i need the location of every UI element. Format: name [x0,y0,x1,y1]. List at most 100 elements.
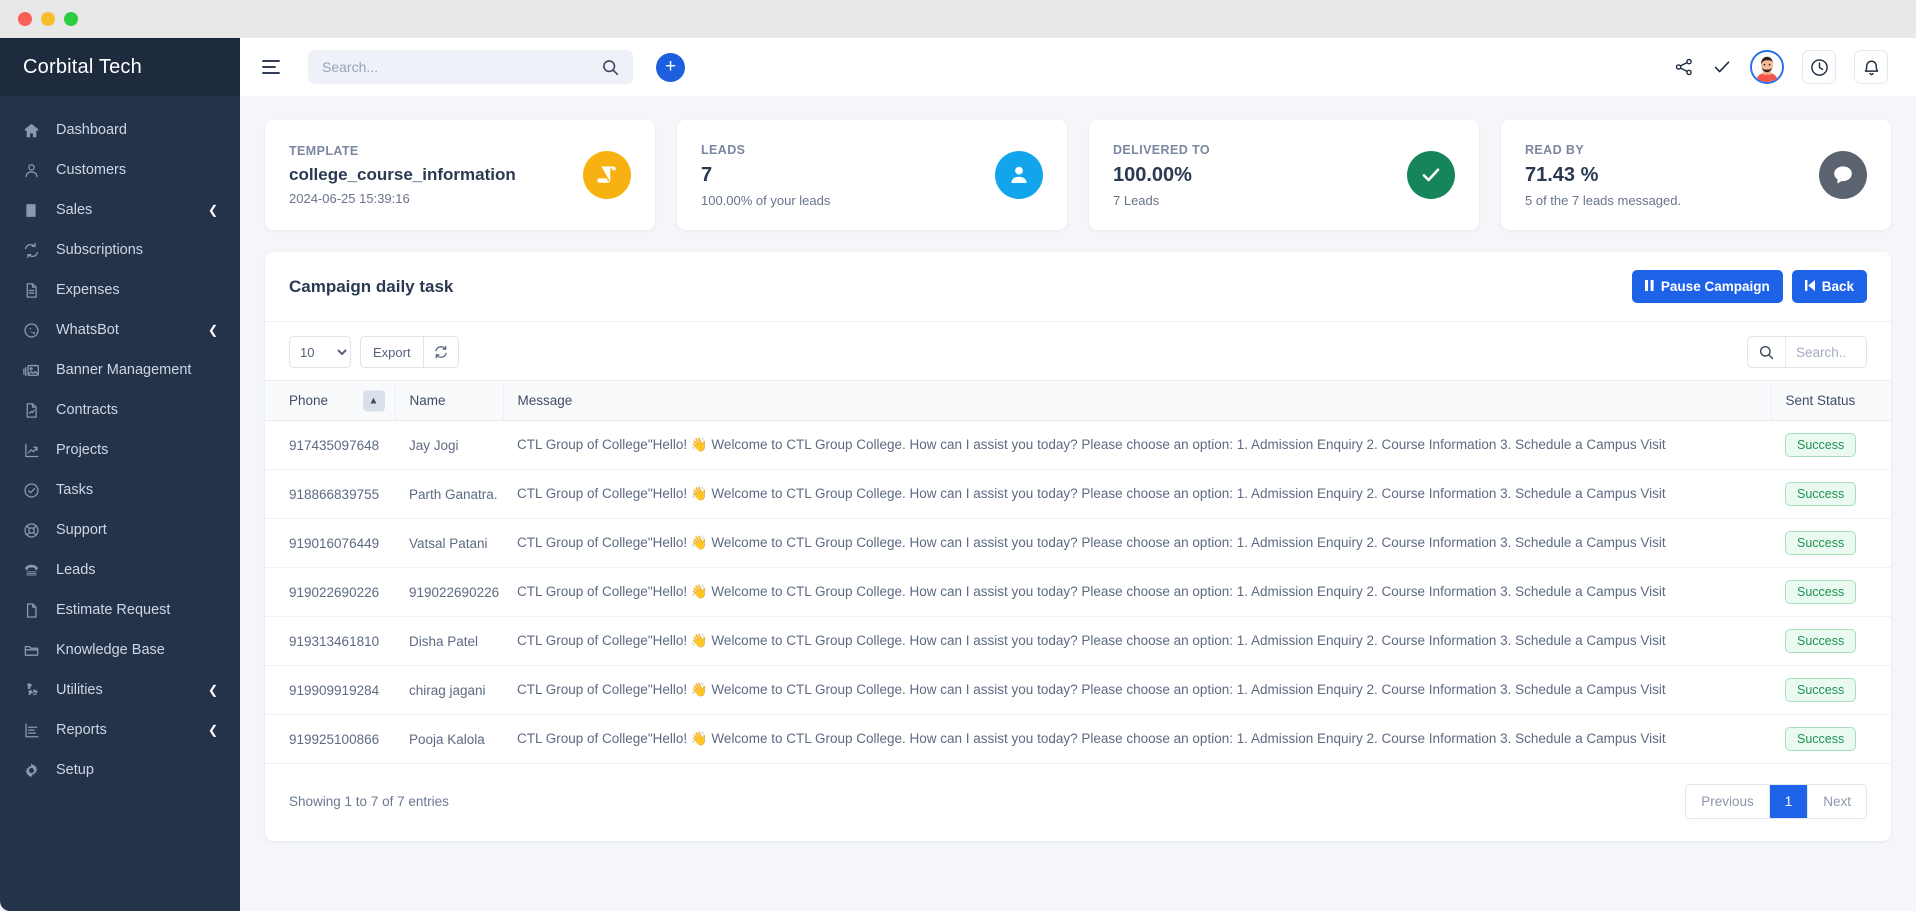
export-button[interactable]: Export [360,336,424,368]
column-header-sent-status[interactable]: Sent Status [1771,381,1891,421]
cell-name: Vatsal Patani [395,519,503,568]
chat-bubble-icon [1819,151,1867,199]
sidebar-item-whatsbot[interactable]: WhatsBot❮ [0,310,240,350]
folder-icon [23,642,47,659]
check-icon[interactable] [1712,57,1732,77]
sidebar-item-label: Expenses [47,282,218,298]
sidebar-item-contracts[interactable]: Contracts [0,390,240,430]
column-header-message[interactable]: Message [503,381,1771,421]
topbar-right-icons [1674,50,1888,84]
sidebar-item-customers[interactable]: Customers [0,150,240,190]
sidebar-item-projects[interactable]: Projects [0,430,240,470]
sidebar-item-setup[interactable]: Setup [0,750,240,790]
pause-campaign-button[interactable]: Pause Campaign [1632,270,1783,303]
campaign-panel: Campaign daily task Pause Campaign [265,252,1891,841]
close-window-button[interactable] [18,12,32,26]
sidebar-item-dashboard[interactable]: Dashboard [0,110,240,150]
sidebar-item-label: Setup [47,762,218,778]
stat-card-label: READ BY [1525,143,1809,157]
table-row[interactable]: 919925100866Pooja KalolaCTL Group of Col… [265,715,1891,764]
add-button[interactable]: + [656,53,685,82]
phone-icon [23,562,47,579]
window-titlebar [0,0,1916,38]
status-badge: Success [1785,482,1856,506]
sidebar-item-label: Estimate Request [47,602,218,618]
cell-name: Pooja Kalola [395,715,503,764]
cell-sent-status: Success [1771,421,1891,470]
sidebar-item-label: Leads [47,562,218,578]
refresh-icon [23,242,47,259]
global-search[interactable] [308,50,633,84]
avatar[interactable] [1750,50,1784,84]
cell-sent-status: Success [1771,568,1891,617]
sidebar-item-sales[interactable]: Sales❮ [0,190,240,230]
cell-phone: 919016076449 [265,519,395,568]
pagination-previous[interactable]: Previous [1686,785,1770,818]
cell-sent-status: Success [1771,715,1891,764]
table-row[interactable]: 917435097648Jay JogiCTL Group of College… [265,421,1891,470]
gear-icon [23,762,47,779]
refresh-button[interactable] [424,336,459,368]
chart-icon [23,442,47,459]
search-icon[interactable] [1748,337,1786,367]
sidebar-item-label: Sales [47,202,208,218]
main-area: + [240,38,1916,911]
cell-sent-status: Success [1771,617,1891,666]
receipt-icon [23,202,47,219]
person-icon [995,151,1043,199]
cell-message: CTL Group of College"Hello! 👋 Welcome to… [503,666,1771,715]
back-arrow-icon [1805,279,1815,294]
table-search[interactable] [1747,336,1867,368]
sidebar-item-knowledge-base[interactable]: Knowledge Base [0,630,240,670]
stat-card-subtext: 5 of the 7 leads messaged. [1525,193,1809,208]
page-length-select[interactable]: 102550100 [289,336,351,368]
sidebar-item-reports[interactable]: Reports❮ [0,710,240,750]
table-toolbar: 102550100 Export [265,322,1891,380]
table-row[interactable]: 919016076449Vatsal PataniCTL Group of Co… [265,519,1891,568]
table-search-input[interactable] [1786,337,1866,367]
table-row[interactable]: 919022690226919022690226CTL Group of Col… [265,568,1891,617]
bell-icon[interactable] [1854,50,1888,84]
sidebar-item-label: Projects [47,442,218,458]
maximize-window-button[interactable] [64,12,78,26]
sidebar-item-tasks[interactable]: Tasks [0,470,240,510]
back-button[interactable]: Back [1792,270,1867,303]
sidebar-item-support[interactable]: Support [0,510,240,550]
pagination-next[interactable]: Next [1808,785,1866,818]
stat-card-template: TEMPLATEcollege_course_information2024-0… [265,120,655,230]
share-icon[interactable] [1674,57,1694,77]
sidebar-item-banner-management[interactable]: Banner Management [0,350,240,390]
sidebar-item-leads[interactable]: Leads [0,550,240,590]
sidebar-item-label: Tasks [47,482,218,498]
sort-asc-icon[interactable]: ▲ [363,390,385,411]
minimize-window-button[interactable] [41,12,55,26]
app-window: Corbital Tech DashboardCustomersSales❮Su… [0,0,1916,911]
status-badge: Success [1785,433,1856,457]
chevron-left-icon: ❮ [208,684,218,696]
cell-message: CTL Group of College"Hello! 👋 Welcome to… [503,470,1771,519]
table-footer: Showing 1 to 7 of 7 entries Previous 1 N… [265,764,1891,841]
pagination-page-1[interactable]: 1 [1770,785,1809,818]
sidebar-item-label: Reports [47,722,208,738]
search-icon[interactable] [602,59,619,76]
sidebar-item-utilities[interactable]: Utilities❮ [0,670,240,710]
stat-card-subtext: 100.00% of your leads [701,193,985,208]
column-header-name[interactable]: Name [395,381,503,421]
sidebar-item-label: Contracts [47,402,218,418]
stat-card-body: DELIVERED TO100.00%7 Leads [1113,143,1397,208]
hamburger-icon[interactable] [256,52,286,82]
sidebar-item-label: WhatsBot [47,322,208,338]
search-input[interactable] [322,59,602,75]
table-row[interactable]: 919909919284chirag jaganiCTL Group of Co… [265,666,1891,715]
table-row[interactable]: 918866839755Parth Ganatra.CTL Group of C… [265,470,1891,519]
table-row[interactable]: 919313461810Disha PatelCTL Group of Coll… [265,617,1891,666]
column-header-phone[interactable]: Phone ▲ [265,381,395,421]
sidebar-item-subscriptions[interactable]: Subscriptions [0,230,240,270]
panel-actions: Pause Campaign Back [1632,270,1867,303]
page-icon [23,602,47,619]
stat-card-label: LEADS [701,143,985,157]
check-icon [1407,151,1455,199]
sidebar-item-estimate-request[interactable]: Estimate Request [0,590,240,630]
clock-icon[interactable] [1802,50,1836,84]
sidebar-item-expenses[interactable]: Expenses [0,270,240,310]
